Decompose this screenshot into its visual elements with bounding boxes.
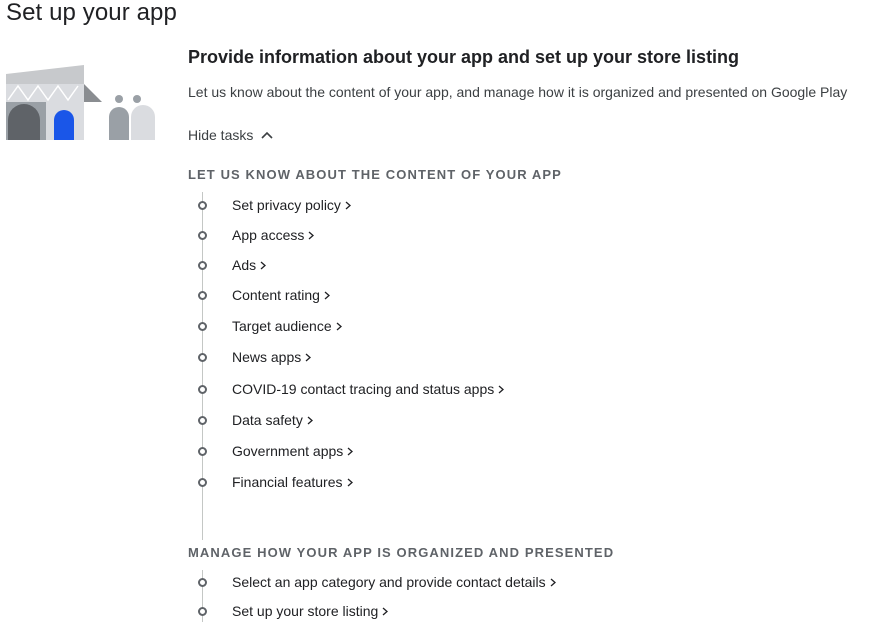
task-covid-apps[interactable]: COVID-19 contact tracing and status apps	[196, 379, 505, 399]
task-label: Target audience	[232, 318, 332, 334]
section-subtitle: Let us know about the content of your ap…	[188, 84, 848, 100]
chevron-up-icon	[261, 131, 273, 139]
chevron-right-icon	[347, 447, 354, 456]
chevron-right-icon	[336, 322, 342, 331]
group-title-organize: MANAGE HOW YOUR APP IS ORGANIZED AND PRE…	[188, 545, 615, 560]
chevron-right-icon	[307, 416, 313, 425]
task-ads[interactable]: Ads	[196, 255, 267, 275]
hide-tasks-label: Hide tasks	[188, 127, 254, 143]
circle-outline-icon	[198, 577, 207, 587]
task-label: Select an app category and provide conta…	[232, 574, 546, 590]
task-label: App access	[232, 227, 305, 243]
task-app-category[interactable]: Select an app category and provide conta…	[196, 572, 556, 592]
group-title-content: LET US KNOW ABOUT THE CONTENT OF YOUR AP…	[188, 167, 562, 182]
task-government-apps[interactable]: Government apps	[196, 441, 354, 461]
circle-outline-icon	[198, 290, 207, 300]
task-label: COVID-19 contact tracing and status apps	[232, 381, 495, 397]
circle-outline-icon	[198, 384, 207, 394]
task-financial-features[interactable]: Financial features	[196, 472, 353, 492]
task-store-listing[interactable]: Set up your store listing	[196, 601, 389, 621]
task-label: Data safety	[232, 412, 303, 428]
task-app-access[interactable]: App access	[196, 225, 315, 245]
task-label: Government apps	[232, 443, 344, 459]
setup-page: Set up your app Provide information abou…	[0, 0, 870, 628]
chevron-right-icon	[382, 607, 389, 616]
task-label: Set up your store listing	[232, 603, 379, 619]
chevron-right-icon	[260, 261, 267, 270]
chevron-right-icon	[305, 353, 312, 362]
task-target-audience[interactable]: Target audience	[196, 316, 342, 336]
page-title: Set up your app	[6, 0, 177, 26]
circle-outline-icon	[198, 321, 207, 331]
chevron-right-icon	[324, 291, 330, 300]
hide-tasks-toggle[interactable]: Hide tasks	[188, 127, 273, 143]
task-label: News apps	[232, 349, 302, 365]
chevron-right-icon	[308, 231, 315, 240]
chevron-right-icon	[498, 385, 505, 394]
task-content-rating[interactable]: Content rating	[196, 285, 330, 305]
chevron-right-icon	[550, 578, 556, 587]
task-label: Set privacy policy	[232, 197, 341, 213]
task-news-apps[interactable]: News apps	[196, 347, 312, 367]
store-illustration	[6, 62, 158, 142]
circle-outline-icon	[198, 230, 207, 240]
circle-outline-icon	[198, 200, 207, 210]
task-label: Ads	[232, 257, 257, 273]
chevron-right-icon	[347, 478, 353, 487]
circle-outline-icon	[198, 415, 207, 425]
section-heading: Provide information about your app and s…	[188, 47, 740, 67]
circle-outline-icon	[198, 352, 207, 362]
circle-outline-icon	[198, 446, 207, 456]
task-privacy-policy[interactable]: Set privacy policy	[196, 195, 351, 215]
circle-outline-icon	[198, 477, 207, 487]
circle-outline-icon	[198, 606, 207, 616]
task-label: Content rating	[232, 287, 320, 303]
circle-outline-icon	[198, 260, 207, 270]
task-label: Financial features	[232, 474, 343, 490]
task-data-safety[interactable]: Data safety	[196, 410, 313, 430]
chevron-right-icon	[345, 201, 351, 210]
